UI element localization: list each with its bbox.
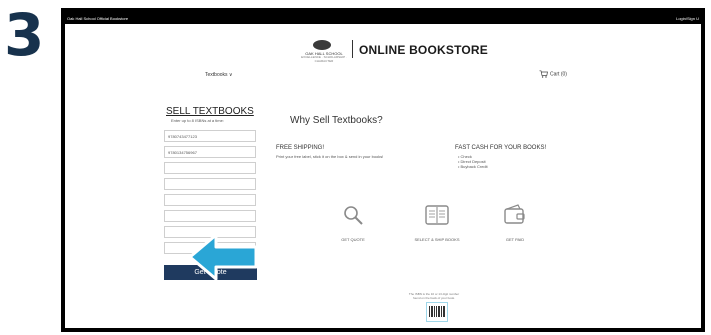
feature-get-quote: GET QUOTE <box>323 204 383 242</box>
magnifier-icon <box>344 206 363 225</box>
isbn-input-3[interactable] <box>164 162 256 174</box>
free-shipping-heading: FREE SHIPPING! <box>276 145 325 151</box>
login-link[interactable]: Login/Sign U <box>676 16 699 21</box>
top-bar: Oak Hall School Official Bookstore Login… <box>65 12 701 24</box>
isbn-input-6[interactable] <box>164 210 256 222</box>
feature-label: GET QUOTE <box>341 237 365 242</box>
why-sell-title: Why Sell Textbooks? <box>290 115 383 126</box>
cart-label: Cart (0) <box>550 71 567 78</box>
school-emblem-icon <box>313 40 331 50</box>
book-icon <box>425 205 449 225</box>
feature-label: GET PAID <box>505 237 525 242</box>
wallet-icon <box>504 204 525 224</box>
isbn-input-5[interactable] <box>164 194 256 206</box>
free-shipping-text: Print your free label, stick it on the b… <box>276 154 384 159</box>
fast-cash-heading: FAST CASH FOR YOUR BOOKS! <box>455 145 547 151</box>
step-number: 3 <box>4 1 45 69</box>
school-logo: OAK HALL SCHOOL EXCELLENCE · SCHOLARSHIP… <box>299 40 349 63</box>
sell-subtitle: Enter up to 8 ISBNs at a time: <box>171 118 224 123</box>
barcode-icon <box>426 302 448 322</box>
feature-get-paid: GET PAID <box>485 204 545 242</box>
page-viewport: OAK HALL SCHOOL EXCELLENCE · SCHOLARSHIP… <box>65 24 701 328</box>
cart-link[interactable]: Cart (0) <box>539 70 567 78</box>
store-name-link[interactable]: Oak Hall School Official Bookstore <box>67 16 128 21</box>
textbooks-menu[interactable]: Textbooks ∨ <box>205 72 233 78</box>
logo-divider <box>352 40 353 58</box>
header-logo[interactable]: OAK HALL SCHOOL EXCELLENCE · SCHOLARSHIP… <box>65 38 701 63</box>
isbn-input-4[interactable] <box>164 178 256 190</box>
cart-icon <box>539 70 548 78</box>
logo-line2: EXCELLENCE · SCHOLARSHIP · CHARACTER <box>301 55 347 63</box>
feature-label: SELECT & SHIP BOOKS <box>414 237 460 242</box>
isbn-help-text: The ISBN is the 10 or 13 digit number fo… <box>408 292 460 300</box>
pointer-arrow-icon <box>188 233 258 281</box>
payment-option: • Buyback Credit <box>458 164 488 169</box>
payment-options-list: • Check • Direct Deposit • Buyback Credi… <box>458 154 488 169</box>
isbn-input-1[interactable] <box>164 130 256 142</box>
isbn-input-2[interactable] <box>164 146 256 158</box>
feature-select-ship: SELECT & SHIP BOOKS <box>407 204 467 242</box>
page-title: ONLINE BOOKSTORE <box>359 43 488 57</box>
sell-title: SELL TEXTBOOKS <box>166 106 254 117</box>
